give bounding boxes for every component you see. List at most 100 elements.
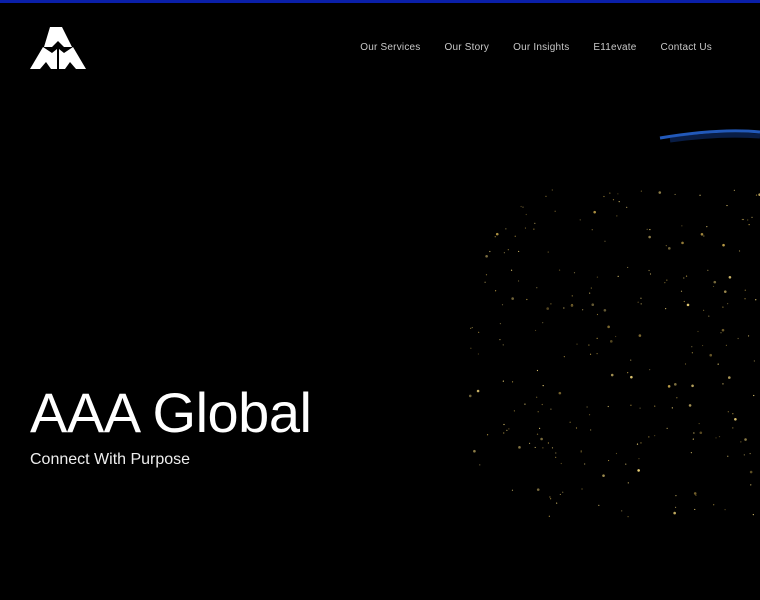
city-light bbox=[489, 250, 491, 253]
city-light bbox=[684, 363, 687, 365]
city-light bbox=[582, 309, 584, 311]
city-light bbox=[615, 335, 617, 338]
earth-night-background bbox=[468, 129, 760, 518]
city-light bbox=[495, 232, 499, 236]
city-light bbox=[727, 455, 729, 457]
city-light bbox=[484, 281, 486, 283]
city-light bbox=[707, 269, 709, 271]
nav-contact-us[interactable]: Contact Us bbox=[661, 42, 712, 53]
city-light bbox=[675, 494, 677, 497]
city-light bbox=[554, 210, 556, 212]
city-light bbox=[604, 240, 606, 242]
city-light bbox=[728, 275, 732, 279]
brand-logo[interactable] bbox=[30, 27, 86, 69]
city-light bbox=[691, 384, 694, 388]
city-light bbox=[721, 328, 725, 332]
city-light bbox=[607, 405, 609, 408]
city-light bbox=[627, 482, 629, 484]
city-light bbox=[648, 436, 650, 438]
nav-our-services[interactable]: Our Services bbox=[360, 42, 420, 53]
city-light bbox=[603, 308, 607, 312]
city-light bbox=[534, 222, 536, 225]
city-light bbox=[579, 219, 581, 221]
city-light bbox=[596, 337, 598, 339]
city-light bbox=[715, 437, 717, 439]
city-light bbox=[503, 423, 505, 426]
city-light bbox=[691, 346, 693, 348]
city-light bbox=[700, 232, 704, 236]
city-light bbox=[518, 446, 521, 449]
city-light bbox=[638, 334, 642, 337]
city-light bbox=[706, 226, 708, 228]
nav-e11evate[interactable]: E11evate bbox=[593, 42, 636, 53]
city-light bbox=[701, 344, 704, 347]
city-light bbox=[638, 458, 640, 460]
nav-our-story[interactable]: Our Story bbox=[445, 42, 490, 53]
city-light bbox=[688, 404, 692, 407]
city-light bbox=[658, 191, 662, 194]
city-light bbox=[534, 446, 536, 449]
city-light bbox=[723, 290, 727, 293]
city-light bbox=[703, 235, 705, 237]
city-light bbox=[511, 297, 514, 300]
city-light bbox=[562, 491, 564, 493]
city-light bbox=[539, 427, 541, 430]
city-light bbox=[674, 383, 677, 386]
city-light bbox=[499, 323, 502, 325]
city-light bbox=[536, 433, 539, 435]
city-light bbox=[666, 279, 668, 281]
city-light bbox=[665, 308, 667, 310]
city-light bbox=[674, 506, 677, 508]
city-light bbox=[550, 408, 552, 410]
city-light bbox=[547, 442, 550, 444]
city-light bbox=[698, 422, 700, 425]
city-light bbox=[738, 250, 741, 252]
city-light bbox=[588, 344, 590, 346]
city-light bbox=[551, 189, 553, 191]
city-light bbox=[722, 306, 724, 308]
city-light bbox=[649, 369, 651, 371]
city-light bbox=[495, 290, 497, 292]
city-light bbox=[616, 215, 618, 217]
city-light bbox=[537, 411, 539, 413]
city-light bbox=[468, 394, 472, 398]
city-light bbox=[575, 427, 578, 429]
city-light bbox=[534, 329, 537, 332]
city-light bbox=[636, 443, 639, 445]
city-light bbox=[747, 335, 750, 337]
city-light bbox=[536, 287, 538, 289]
city-light bbox=[722, 383, 724, 385]
city-light bbox=[494, 236, 496, 238]
nav-our-insights[interactable]: Our Insights bbox=[513, 42, 569, 53]
city-light bbox=[584, 463, 586, 465]
city-light bbox=[470, 327, 472, 329]
main-nav: Our Services Our Story Our Insights E11e… bbox=[360, 42, 712, 53]
city-light bbox=[618, 201, 620, 203]
city-light bbox=[720, 332, 722, 334]
city-light bbox=[546, 307, 550, 310]
city-light bbox=[541, 403, 543, 406]
city-light bbox=[752, 514, 754, 516]
city-light bbox=[708, 315, 710, 317]
city-light bbox=[471, 326, 473, 329]
city-light bbox=[510, 269, 513, 271]
city-light bbox=[749, 452, 751, 455]
city-light bbox=[547, 251, 549, 253]
city-light bbox=[555, 452, 557, 454]
city-light bbox=[563, 307, 565, 309]
city-light bbox=[640, 442, 642, 444]
city-light bbox=[744, 289, 746, 291]
city-light bbox=[713, 504, 715, 506]
city-light bbox=[505, 228, 507, 230]
city-light bbox=[520, 205, 522, 208]
city-light bbox=[590, 429, 592, 431]
city-light bbox=[617, 275, 619, 277]
city-light bbox=[596, 276, 599, 278]
city-light bbox=[648, 235, 651, 239]
city-light bbox=[665, 245, 667, 247]
hero-title: AAA Global bbox=[30, 381, 312, 444]
city-light bbox=[615, 452, 618, 455]
city-light bbox=[740, 441, 742, 443]
city-light bbox=[755, 299, 757, 301]
city-light bbox=[732, 413, 734, 415]
